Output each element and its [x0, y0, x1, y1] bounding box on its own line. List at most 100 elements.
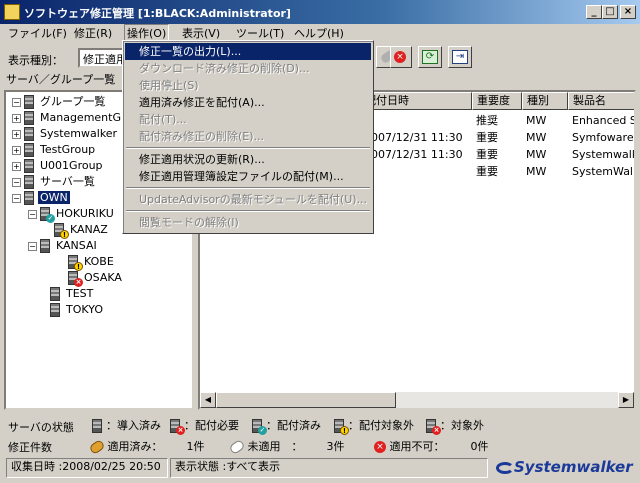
- cell-product[interactable]: Systemwalk: [572, 146, 634, 163]
- menu-fix[interactable]: 修正(R): [72, 24, 114, 44]
- server-icon: ✓: [40, 207, 55, 223]
- collapse-icon[interactable]: −: [12, 177, 21, 187]
- systemwalker-logo: Systemwalker: [496, 458, 633, 476]
- cell-importance[interactable]: 重要: [476, 129, 498, 146]
- scroll-thumb[interactable]: [216, 392, 396, 408]
- column-header-product[interactable]: 製品名: [568, 92, 634, 110]
- collapse-icon[interactable]: −: [28, 209, 37, 219]
- menu-separator: [126, 147, 370, 149]
- window-title: ソフトウェア修正管理 [1:BLACK:Administrator]: [24, 7, 291, 20]
- tree-node-group[interactable]: + U001Group: [12, 158, 105, 174]
- close-button[interactable]: ×: [620, 5, 636, 19]
- cell-product[interactable]: Symfoware: [572, 129, 634, 146]
- minimize-button[interactable]: _: [586, 5, 602, 19]
- legend-distributed: ✓ ：配付済み: [252, 417, 321, 435]
- horizontal-scrollbar[interactable]: ◀ ▶: [200, 392, 634, 408]
- column-header-importance[interactable]: 重要度: [472, 92, 522, 110]
- collapse-icon[interactable]: −: [28, 241, 37, 251]
- cell-importance[interactable]: 重要: [476, 146, 498, 163]
- collapse-icon[interactable]: −: [12, 193, 21, 203]
- unapplied-count: 未適用 ： 3件: [228, 438, 345, 456]
- tree-node-osaka[interactable]: × OSAKA: [68, 270, 124, 287]
- fix-count-label: 修正件数: [8, 441, 52, 454]
- expand-icon[interactable]: +: [12, 129, 21, 139]
- server-icon: [24, 127, 34, 141]
- expand-icon[interactable]: +: [12, 113, 21, 123]
- cell-date[interactable]: 2007/12/31 11:30: [364, 146, 470, 163]
- tree-node-test[interactable]: TEST: [50, 286, 95, 302]
- tree-node-tokyo[interactable]: TOKYO: [50, 302, 105, 318]
- server-icon: [92, 419, 102, 433]
- collapse-icon[interactable]: −: [12, 97, 21, 107]
- server-icon: [24, 175, 34, 189]
- tree-node-kanaz[interactable]: ! KANAZ: [54, 222, 110, 239]
- error-badge-icon: ×: [176, 426, 185, 435]
- tree-node-kobe[interactable]: ! KOBE: [68, 254, 116, 271]
- menuitem-distribute[interactable]: 配付(T)...: [125, 111, 371, 128]
- tree-node-server-list[interactable]: − サーバ一覧: [12, 174, 97, 190]
- tree-node-hokuriku[interactable]: − ✓ HOKURIKU: [28, 206, 116, 223]
- display-state: 表示状態 :すべて表示: [170, 458, 488, 478]
- brand-swoosh-icon: [496, 461, 514, 474]
- collected-time: 収集日時 :2008/02/25 20:50: [6, 458, 168, 478]
- applied-count: 適用済み： 1件: [88, 438, 205, 456]
- toolbar-export-button[interactable]: ⇥: [448, 46, 472, 68]
- server-icon: !: [68, 255, 83, 271]
- expand-icon[interactable]: +: [12, 161, 21, 171]
- server-icon: [50, 303, 60, 317]
- server-icon: [24, 143, 34, 157]
- filter-label: 表示種別：: [8, 54, 63, 67]
- server-status-label: サーバの状態: [8, 421, 74, 434]
- menu-file[interactable]: ファイル(F): [6, 24, 69, 44]
- tree-node-group[interactable]: + Systemwalker: [12, 126, 119, 142]
- impossible-patch-icon: ×: [374, 441, 386, 453]
- menuitem-distribute-applied[interactable]: 適用済み修正を配付(A)...: [125, 94, 371, 111]
- cell-importance[interactable]: 推奨: [476, 112, 498, 129]
- scroll-right-icon[interactable]: ▶: [618, 392, 634, 408]
- menuitem-exit-browse-mode[interactable]: 閲覧モードの解除(I): [125, 214, 371, 231]
- tree-node-group[interactable]: + TestGroup: [12, 142, 97, 158]
- tree-label: サーバ／グループ一覧: [6, 73, 116, 86]
- warning-badge-icon: !: [340, 426, 349, 435]
- server-icon: ×: [68, 271, 83, 287]
- menuitem-update-status[interactable]: 修正適用状況の更新(R)...: [125, 151, 371, 168]
- cell-type[interactable]: MW: [526, 163, 546, 180]
- tree-node-group-list[interactable]: − グループ一覧: [12, 94, 107, 110]
- filter-select[interactable]: 修正適用: [78, 48, 126, 68]
- expand-icon[interactable]: +: [12, 145, 21, 155]
- refresh-icon: ⟳: [422, 50, 438, 64]
- tree-node-own[interactable]: − OWN: [12, 190, 71, 206]
- legend-needs-distribution: × ：配付必要: [170, 417, 239, 435]
- cell-type[interactable]: MW: [526, 146, 546, 163]
- toolbar-disabled-patch-button[interactable]: ×: [390, 46, 412, 68]
- menuitem-stop-use[interactable]: 使用停止(S): [125, 77, 371, 94]
- menuitem-distribute-updateadvisor[interactable]: UpdateAdvisorの最新モジュールを配付(U)...: [125, 191, 371, 208]
- menuitem-delete-distributed[interactable]: 配付済み修正の削除(E)...: [125, 128, 371, 145]
- applied-patch-icon: [88, 438, 106, 456]
- cell-date[interactable]: 2007/12/31 11:30: [364, 129, 470, 146]
- cell-date[interactable]: [364, 163, 470, 180]
- legend-installed: ：導入済み: [92, 417, 161, 433]
- menuitem-distribute-config[interactable]: 修正適用管理簿設定ファイルの配付(M)...: [125, 168, 371, 185]
- menuitem-delete-downloaded[interactable]: ダウンロード済み修正の削除(D)...: [125, 60, 371, 77]
- cell-product[interactable]: Enhanced S: [572, 112, 634, 129]
- toolbar-refresh-button[interactable]: ⟳: [418, 46, 442, 68]
- cell-date[interactable]: [364, 112, 470, 129]
- server-icon: [50, 287, 60, 301]
- cell-importance[interactable]: 重要: [476, 163, 498, 180]
- app-icon: [4, 4, 20, 20]
- menuitem-export-list[interactable]: 修正一覧の出力(L)...: [125, 43, 371, 60]
- scroll-left-icon[interactable]: ◀: [200, 392, 216, 408]
- title-bar[interactable]: ソフトウェア修正管理 [1:BLACK:Administrator] _ □ ×: [0, 0, 640, 24]
- tree-node-kansai[interactable]: − KANSAI: [28, 238, 99, 254]
- cell-product[interactable]: SystemWall: [572, 163, 634, 180]
- cell-type[interactable]: MW: [526, 112, 546, 129]
- cell-type[interactable]: MW: [526, 129, 546, 146]
- unapplied-patch-icon: [228, 438, 246, 456]
- column-header-date[interactable]: 配付日時: [360, 92, 472, 110]
- server-icon: !: [334, 419, 349, 435]
- tree-node-group[interactable]: + ManagementGr: [12, 110, 128, 126]
- maximize-button[interactable]: □: [602, 5, 618, 19]
- server-icon: ×: [426, 419, 441, 435]
- column-header-type[interactable]: 種別: [522, 92, 568, 110]
